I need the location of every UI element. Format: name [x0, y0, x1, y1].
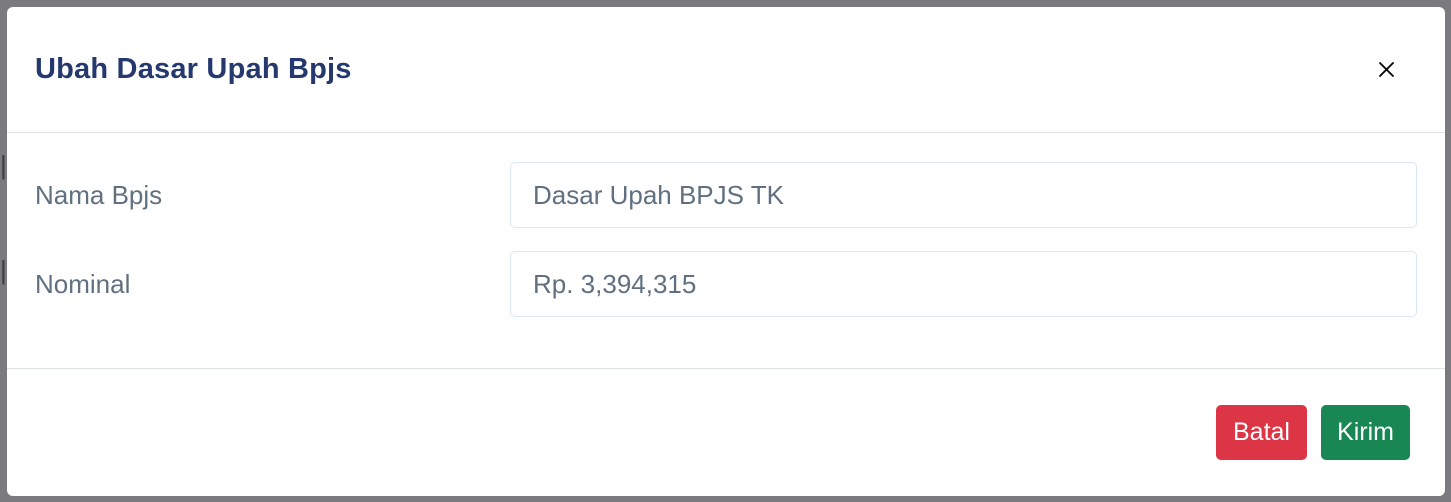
edit-bpjs-modal: Ubah Dasar Upah Bpjs Nama Bpjs Nominal B… — [7, 7, 1445, 496]
backdrop-text-fragment: | — [0, 150, 7, 180]
form-row-nama-bpjs: Nama Bpjs — [35, 162, 1417, 228]
cancel-button[interactable]: Batal — [1216, 404, 1307, 460]
close-icon — [1378, 62, 1394, 77]
submit-button[interactable]: Kirim — [1321, 404, 1410, 460]
modal-footer: Batal Kirim — [7, 369, 1445, 495]
backdrop-text-fragment: | — [0, 255, 7, 285]
form-row-nominal: Nominal — [35, 251, 1417, 317]
nama-bpjs-label: Nama Bpjs — [35, 179, 163, 210]
nominal-label: Nominal — [35, 268, 131, 299]
modal-header: Ubah Dasar Upah Bpjs — [7, 7, 1445, 133]
nama-bpjs-input[interactable] — [510, 162, 1417, 228]
modal-title: Ubah Dasar Upah Bpjs — [35, 53, 352, 85]
close-button[interactable] — [1371, 55, 1401, 85]
nominal-input[interactable] — [510, 251, 1417, 317]
modal-body: Nama Bpjs Nominal — [7, 133, 1445, 369]
